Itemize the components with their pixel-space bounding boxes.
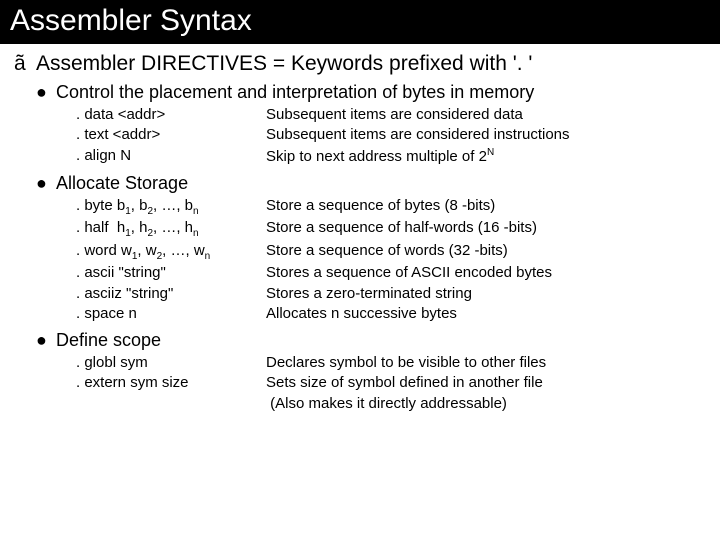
main-bullet-row: ã Assembler DIRECTIVES = Keywords prefix… bbox=[14, 52, 706, 76]
directive-left: . ascii "string" bbox=[76, 263, 256, 283]
directive-grid-allocate: . byte b1, b2, …, bn Store a sequence of… bbox=[76, 196, 706, 324]
sub-heading-text: Control the placement and interpretation… bbox=[56, 82, 534, 103]
directive-right: Store a sequence of half-words (16 -bits… bbox=[266, 218, 706, 241]
sub-heading-control: ● Control the placement and interpretati… bbox=[36, 82, 706, 103]
directive-left: . half h1, h2, …, hn bbox=[76, 218, 256, 241]
main-bullet-icon: ã bbox=[14, 52, 36, 76]
sub-heading-allocate: ● Allocate Storage bbox=[36, 173, 706, 194]
directive-right: Stores a sequence of ASCII encoded bytes bbox=[266, 263, 706, 283]
directive-left: . globl sym bbox=[76, 353, 256, 373]
directive-left: . space n bbox=[76, 304, 256, 324]
directive-grid-control: . data <addr> Subsequent items are consi… bbox=[76, 105, 706, 167]
bullet-icon: ● bbox=[36, 174, 56, 192]
slide-title: Assembler Syntax bbox=[0, 0, 720, 44]
directive-right: Sets size of symbol defined in another f… bbox=[266, 373, 706, 414]
bullet-icon: ● bbox=[36, 331, 56, 349]
sub-heading-scope: ● Define scope bbox=[36, 330, 706, 351]
directive-left: . data <addr> bbox=[76, 105, 256, 125]
directive-right: Store a sequence of bytes (8 -bits) bbox=[266, 196, 706, 219]
directive-right: Subsequent items are considered instruct… bbox=[266, 125, 706, 145]
directive-right: Stores a zero-terminated string bbox=[266, 284, 706, 304]
directive-left: . byte b1, b2, …, bn bbox=[76, 196, 256, 219]
directive-left: . asciiz "string" bbox=[76, 284, 256, 304]
sub-heading-text: Allocate Storage bbox=[56, 173, 188, 194]
directive-right: Skip to next address multiple of 2N bbox=[266, 146, 706, 167]
directive-right: Subsequent items are considered data bbox=[266, 105, 706, 125]
main-bullet-text: Assembler DIRECTIVES = Keywords prefixed… bbox=[36, 52, 532, 76]
slide-content: ã Assembler DIRECTIVES = Keywords prefix… bbox=[0, 44, 720, 414]
directive-right: Store a sequence of words (32 -bits) bbox=[266, 241, 706, 264]
directive-left: . word w1, w2, …, wn bbox=[76, 241, 256, 264]
directive-right: Declares symbol to be visible to other f… bbox=[266, 353, 706, 373]
directive-grid-scope: . globl sym Declares symbol to be visibl… bbox=[76, 353, 706, 414]
directive-left: . align N bbox=[76, 146, 256, 167]
directive-left: . text <addr> bbox=[76, 125, 256, 145]
directive-left: . extern sym size bbox=[76, 373, 256, 414]
sub-heading-text: Define scope bbox=[56, 330, 161, 351]
bullet-icon: ● bbox=[36, 83, 56, 101]
directive-right: Allocates n successive bytes bbox=[266, 304, 706, 324]
